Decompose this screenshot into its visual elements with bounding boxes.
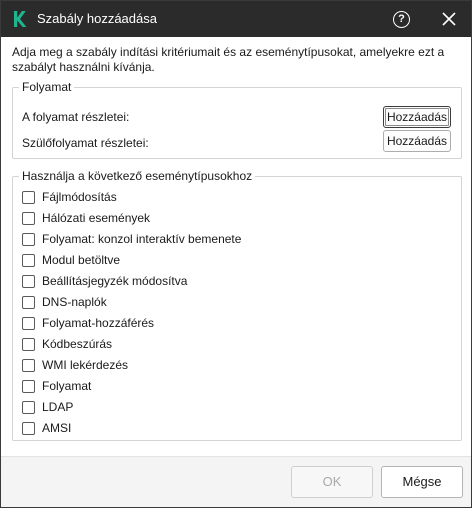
checkbox[interactable] — [22, 379, 35, 393]
checkbox[interactable] — [22, 211, 35, 225]
checkbox-label: DNS-naplók — [42, 295, 107, 309]
intro-text: Adja meg a szabály indítási kritériumait… — [12, 45, 445, 74]
event-module-loaded[interactable]: Modul betöltve — [22, 252, 120, 268]
event-code-injection[interactable]: Kódbeszúrás — [22, 336, 112, 352]
checkbox-label: WMI lekérdezés — [42, 358, 129, 372]
add-parent-process-details-button[interactable]: Hozzáadás — [383, 130, 451, 152]
ok-button[interactable]: OK — [291, 466, 373, 498]
checkbox[interactable] — [22, 253, 35, 267]
event-dns-logs[interactable]: DNS-naplók — [22, 294, 107, 310]
checkbox-label: AMSI — [42, 421, 72, 435]
dialog-title: Szabály hozzáadása — [37, 11, 157, 26]
checkbox[interactable] — [22, 316, 35, 330]
event-process-access[interactable]: Folyamat-hozzáférés — [22, 315, 154, 331]
checkbox[interactable] — [22, 232, 35, 246]
checkbox[interactable] — [22, 295, 35, 309]
checkbox-label: LDAP — [42, 400, 74, 414]
event-network-events[interactable]: Hálózati események — [22, 210, 150, 226]
event-console-input[interactable]: Folyamat: konzol interaktív bemenete — [22, 231, 241, 247]
process-group-legend: Folyamat — [19, 80, 75, 94]
checkbox-label: Folyamat: konzol interaktív bemenete — [42, 232, 242, 246]
event-ldap[interactable]: LDAP — [22, 399, 73, 415]
add-rule-dialog: Szabály hozzáadása ? Adja meg a szabály … — [0, 0, 472, 508]
parent-process-details-label: Szülőfolyamat részletei: — [22, 136, 149, 150]
dialog-footer: OK Mégse — [1, 457, 471, 507]
event-wmi-query[interactable]: WMI lekérdezés — [22, 357, 128, 373]
checkbox-label: Fájlmódosítás — [42, 190, 117, 204]
event-process[interactable]: Folyamat — [22, 378, 91, 394]
add-process-details-button[interactable]: Hozzáadás — [383, 106, 451, 128]
checkbox[interactable] — [22, 190, 35, 204]
checkbox-label: Modul betöltve — [42, 253, 121, 267]
checkbox-label: Folyamat-hozzáférés — [42, 316, 155, 330]
event-types-group: Használja a következő eseménytípusokhoz … — [12, 169, 462, 441]
process-group: Folyamat A folyamat részletei: Hozzáadás… — [12, 80, 462, 159]
event-registry-modified[interactable]: Beállításjegyzék módosítva — [22, 273, 187, 289]
checkbox-label: Kódbeszúrás — [42, 337, 113, 351]
checkbox-label: Hálózati események — [42, 211, 151, 225]
event-types-group-legend: Használja a következő eseménytípusokhoz — [19, 169, 256, 183]
event-amsi[interactable]: AMSI — [22, 420, 71, 436]
checkbox[interactable] — [22, 274, 35, 288]
process-details-label: A folyamat részletei: — [22, 110, 130, 124]
checkbox[interactable] — [22, 337, 35, 351]
checkbox-label: Folyamat — [42, 379, 92, 393]
event-file-modification[interactable]: Fájlmódosítás — [22, 189, 117, 205]
checkbox[interactable] — [22, 421, 35, 435]
kaspersky-k-logo-icon — [14, 11, 27, 27]
cancel-button[interactable]: Mégse — [381, 466, 463, 498]
checkbox-label: Beállításjegyzék módosítva — [42, 274, 188, 288]
checkbox[interactable] — [22, 400, 35, 414]
help-icon[interactable]: ? — [393, 11, 410, 28]
close-icon[interactable] — [441, 11, 457, 27]
checkbox[interactable] — [22, 358, 35, 372]
title-bar[interactable]: Szabály hozzáadása ? — [1, 1, 471, 37]
